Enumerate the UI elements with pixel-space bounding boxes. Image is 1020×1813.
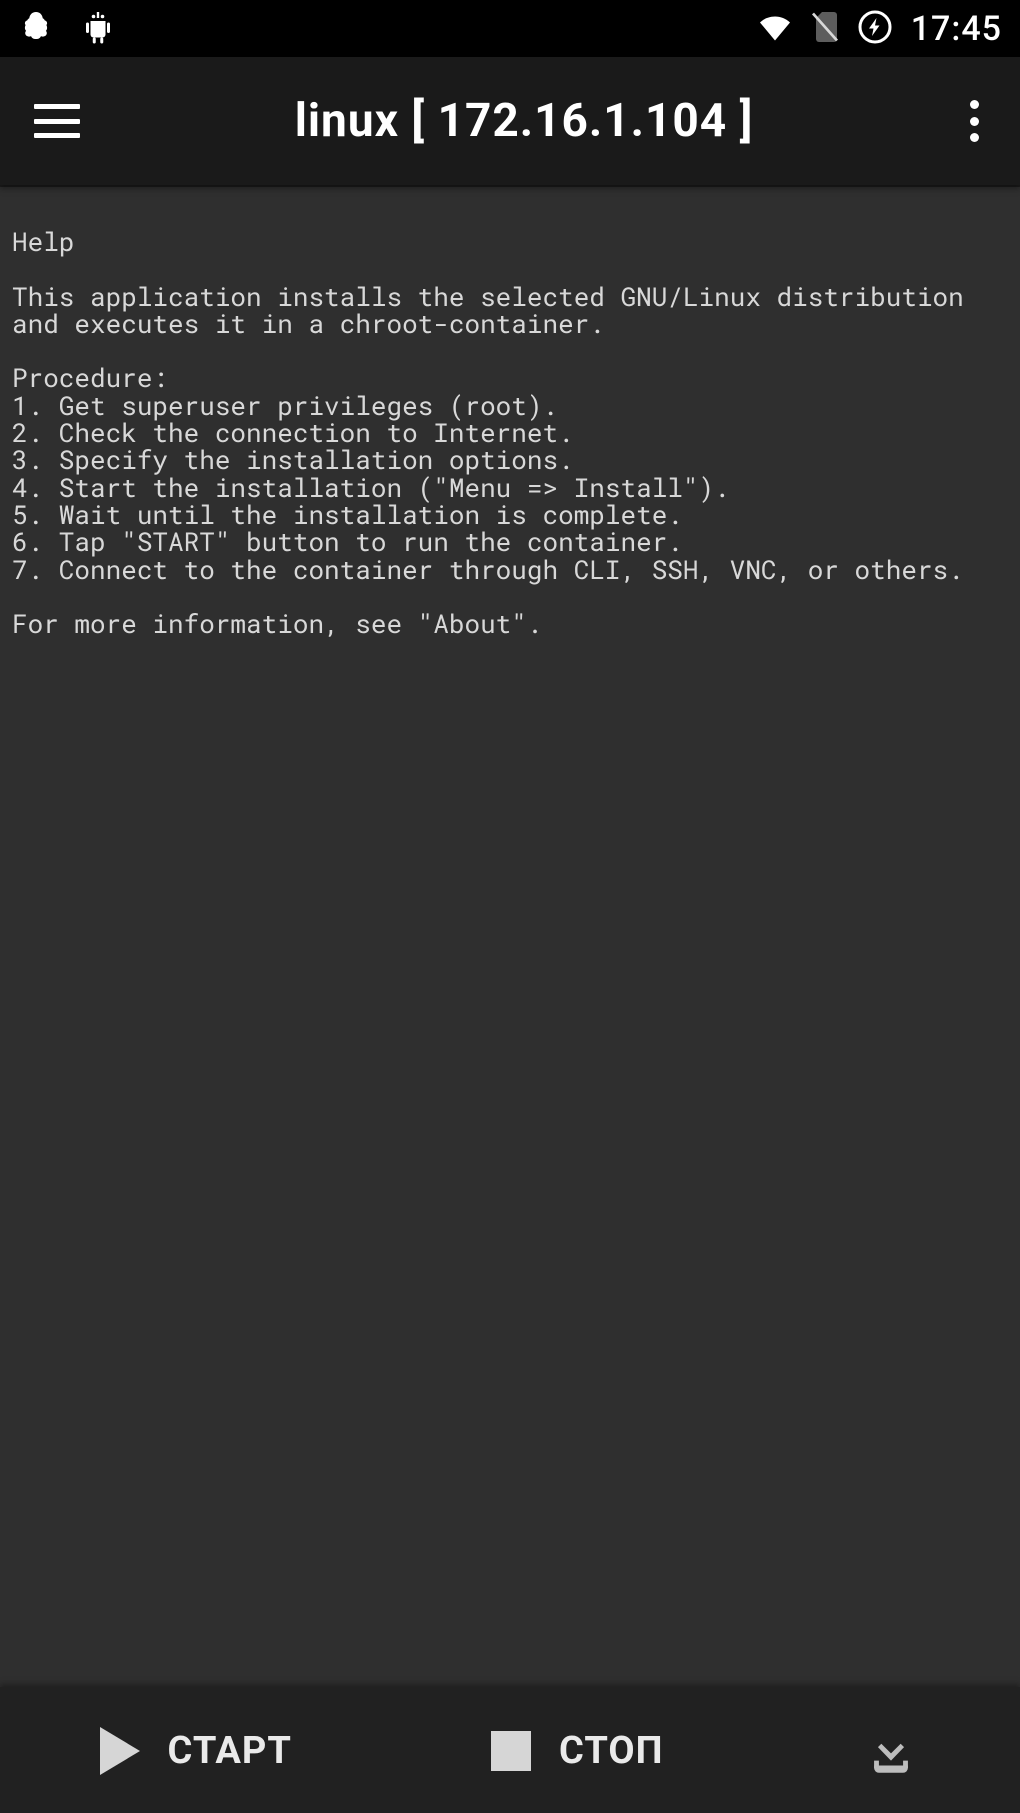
wifi-icon	[757, 9, 793, 49]
help-text: Help This application installs the selec…	[0, 187, 1020, 1687]
app-bar: linux [ 172.16.1.104 ]	[0, 57, 1020, 185]
stop-label: СТОП	[559, 1729, 663, 1773]
android-robot-icon	[80, 9, 116, 49]
power-circle-icon	[857, 9, 893, 49]
play-icon	[100, 1727, 140, 1775]
hamburger-menu-icon[interactable]	[34, 98, 80, 144]
stop-button[interactable]: СТОП	[491, 1729, 663, 1773]
stop-icon	[491, 1731, 531, 1771]
bottom-bar: СТАРТ СТОП	[0, 1687, 1020, 1813]
sim-disabled-icon	[807, 9, 843, 49]
start-button[interactable]: СТАРТ	[100, 1727, 292, 1775]
app-title: linux [ 172.16.1.104 ]	[80, 94, 968, 148]
qq-notification-icon	[18, 9, 54, 49]
start-label: СТАРТ	[168, 1729, 292, 1773]
status-time: 17:45	[911, 9, 1002, 49]
download-button[interactable]	[862, 1722, 920, 1780]
more-options-icon[interactable]	[968, 98, 980, 144]
download-icon	[862, 1722, 920, 1780]
status-bar: 17:45	[0, 0, 1020, 57]
